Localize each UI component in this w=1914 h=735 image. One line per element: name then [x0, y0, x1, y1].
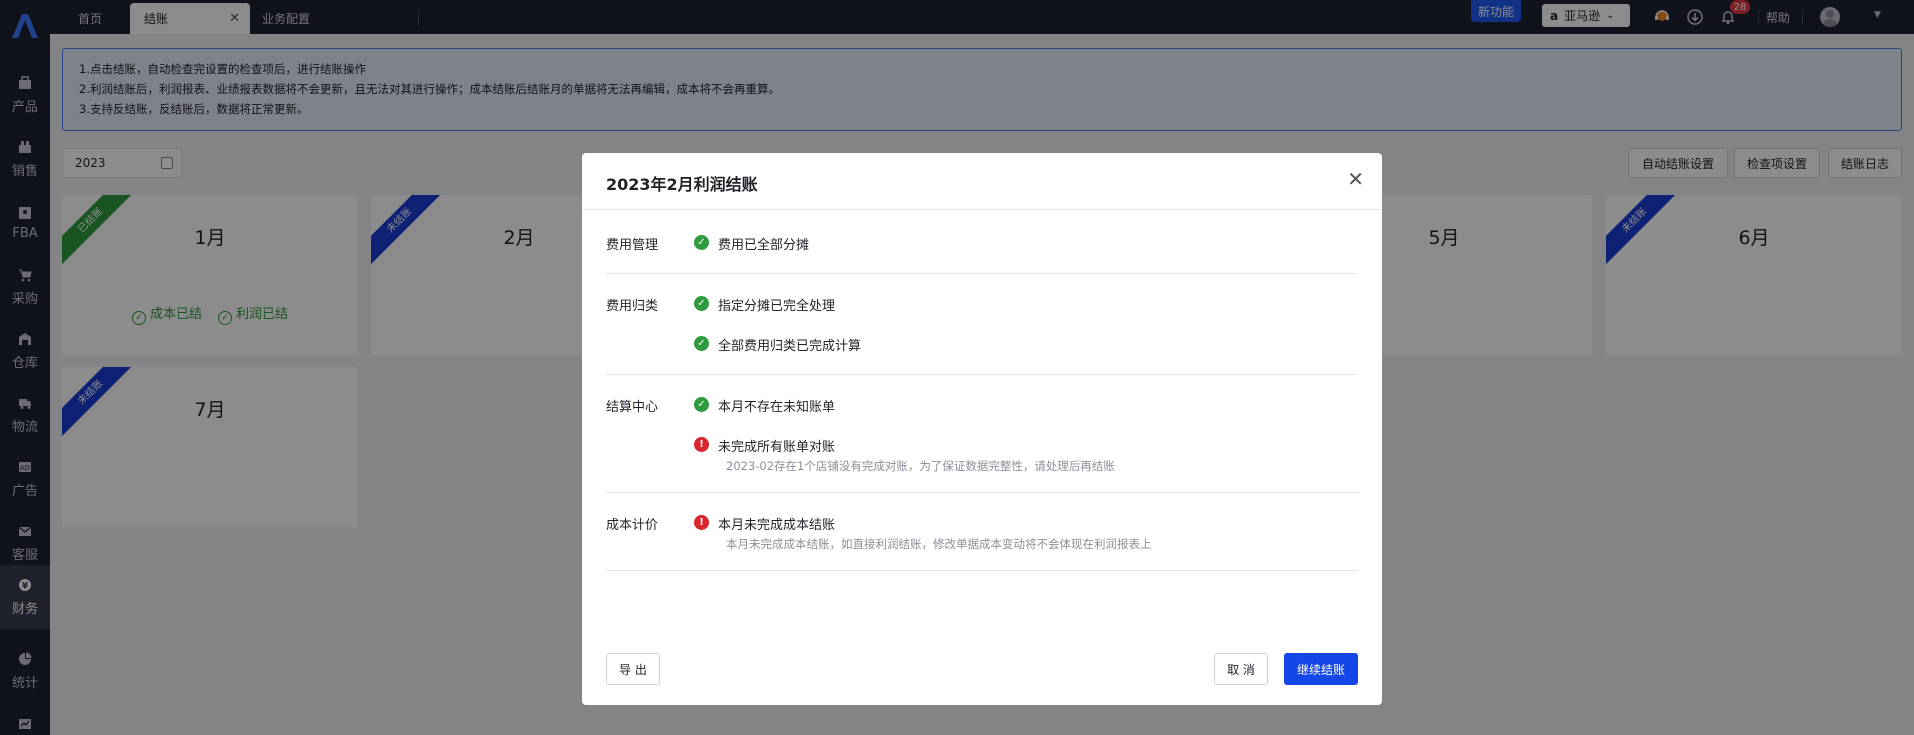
check-text: 本月不存在未知账单 — [718, 400, 836, 415]
cancel-button[interactable]: 取 消 — [1214, 653, 1268, 685]
check-ok-icon: ✓ — [694, 336, 709, 351]
close-icon[interactable]: ✕ — [1347, 169, 1364, 189]
divider — [606, 273, 1358, 274]
section-label-settlement: 结算中心 — [606, 400, 659, 415]
continue-settle-button[interactable]: 继续结账 — [1284, 653, 1358, 685]
check-item: ! 未完成所有账单对账 2023-02存在1个店铺没有完成对账，为了保证数据完整… — [694, 436, 1115, 474]
section-label-cost: 成本计价 — [606, 518, 659, 533]
divider — [582, 209, 1382, 210]
divider — [606, 374, 1358, 375]
error-icon: ! — [694, 515, 709, 530]
divider — [606, 492, 1358, 493]
check-ok-icon: ✓ — [694, 296, 709, 311]
check-ok-icon: ✓ — [694, 235, 709, 250]
check-ok-icon: ✓ — [694, 397, 709, 412]
export-button[interactable]: 导 出 — [606, 653, 660, 685]
check-item: ✓ 本月不存在未知账单 — [694, 396, 835, 415]
check-text: 费用已全部分摊 — [718, 238, 810, 253]
check-subtext: 2023-02存在1个店铺没有完成对账，为了保证数据完整性，请处理后再结账 — [726, 459, 1115, 473]
section-label-category: 费用归类 — [606, 299, 659, 314]
check-subtext: 本月未完成成本结账，如直接利润结账，修改单据成本变动将不会体现在利润报表上 — [726, 537, 1152, 551]
section-label-expense: 费用管理 — [606, 238, 659, 253]
check-item: ✓ 费用已全部分摊 — [694, 234, 809, 253]
check-text: 全部费用归类已完成计算 — [718, 339, 862, 354]
error-icon: ! — [694, 437, 709, 452]
settle-modal: 2023年2月利润结账 ✕ 费用管理 ✓ 费用已全部分摊 费用归类 ✓ 指定分摊… — [582, 153, 1382, 705]
check-text: 指定分摊已完全处理 — [718, 299, 836, 314]
check-item: ✓ 指定分摊已完全处理 — [694, 295, 835, 314]
check-item: ✓ 全部费用归类已完成计算 — [694, 335, 861, 354]
divider — [606, 570, 1358, 571]
check-text: 本月未完成成本结账 — [718, 518, 836, 533]
check-text: 未完成所有账单对账 — [718, 440, 836, 455]
modal-title: 2023年2月利润结账 — [606, 175, 758, 194]
check-item: ! 本月未完成成本结账 本月未完成成本结账，如直接利润结账，修改单据成本变动将不… — [694, 514, 1152, 552]
